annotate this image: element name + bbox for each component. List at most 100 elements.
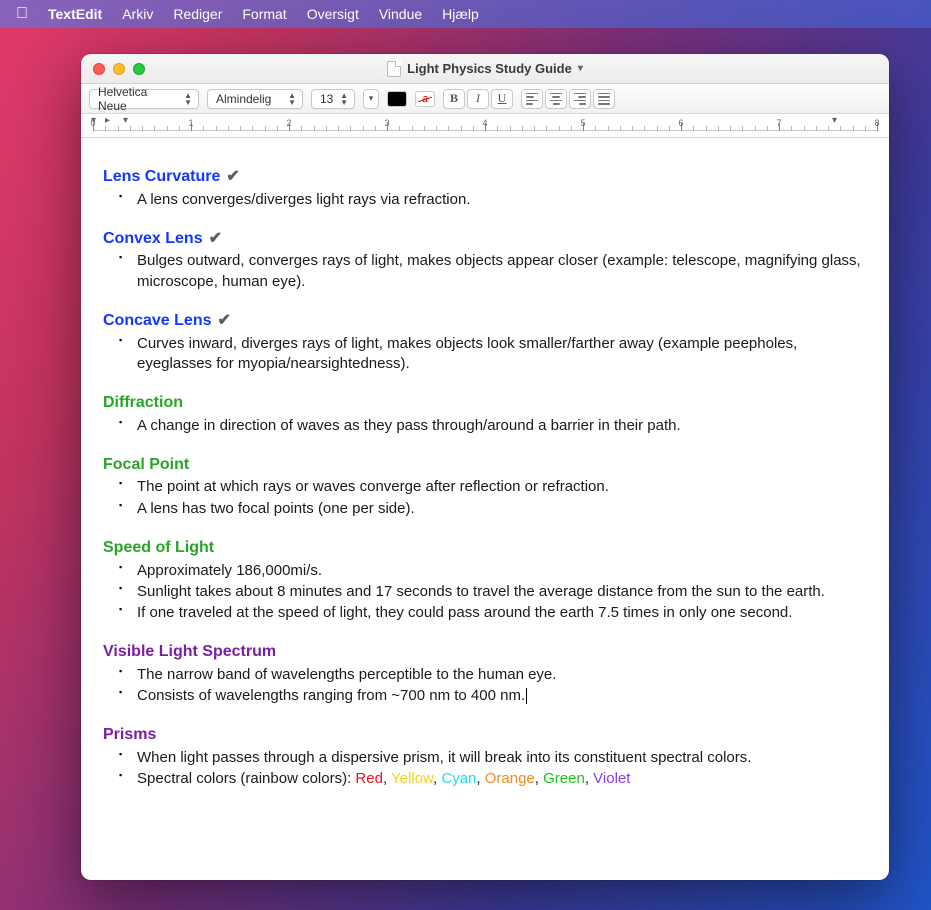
bold-button[interactable]: B (443, 89, 465, 109)
list-item[interactable]: A lens has two focal points (one per sid… (137, 499, 867, 519)
spectral-color: Violet (593, 770, 630, 787)
list-item[interactable]: The point at which rays or waves converg… (137, 477, 867, 497)
font-size-value: 13 (320, 92, 333, 106)
list-item[interactable]: Consists of wavelengths ranging from ~70… (137, 686, 867, 706)
font-family-value: Helvetica Neue (98, 85, 178, 113)
menu-arkiv[interactable]: Arkiv (122, 6, 153, 22)
section: DiffractionA change in direction of wave… (103, 392, 867, 436)
ruler-label: 7 (776, 118, 781, 128)
list-item[interactable]: The narrow band of wavelengths perceptib… (137, 665, 867, 685)
list-item[interactable]: A change in direction of waves as they p… (137, 416, 867, 436)
section-heading[interactable]: Concave Lens ✔ (103, 310, 867, 332)
ruler[interactable]: ▾ ▸ ▾ ▾ 012345678 (81, 114, 889, 138)
section-heading-text: Focal Point (103, 454, 189, 476)
app-name-menu[interactable]: TextEdit (48, 6, 102, 22)
textedit-window: Light Physics Study Guide ▾ Helvetica Ne… (81, 54, 889, 880)
section-heading[interactable]: Focal Point (103, 454, 867, 476)
document-icon (387, 61, 401, 77)
window-title[interactable]: Light Physics Study Guide ▾ (81, 61, 889, 77)
system-menubar:  TextEdit Arkiv Rediger Format Oversigt… (0, 0, 931, 28)
text-color-swatch[interactable] (387, 91, 407, 107)
menu-hjaelp[interactable]: Hjælp (442, 6, 479, 22)
list-item[interactable]: When light passes through a dispersive p… (137, 748, 867, 768)
chevron-down-icon[interactable]: ▾ (578, 63, 583, 74)
ruler-label: 0 (90, 118, 95, 128)
menu-rediger[interactable]: Rediger (173, 6, 222, 22)
right-indent-marker[interactable]: ▾ (832, 115, 837, 126)
font-size-stepper[interactable]: ▾ (363, 89, 379, 109)
section-heading[interactable]: Diffraction (103, 392, 867, 414)
font-family-select[interactable]: Helvetica Neue ▲▼ (89, 89, 199, 109)
bullet-list: When light passes through a dispersive p… (103, 748, 867, 790)
menu-format[interactable]: Format (242, 6, 286, 22)
bullet-list: A lens converges/diverges light rays via… (103, 190, 867, 210)
section: Concave Lens ✔Curves inward, diverges ray… (103, 310, 867, 374)
bullet-list: Curves inward, diverges rays of light, m… (103, 334, 867, 375)
text-cursor (526, 688, 527, 704)
updown-arrows-icon: ▲▼ (184, 92, 192, 106)
text-style-group: B I U (443, 89, 513, 109)
spectral-color: Cyan (441, 770, 476, 787)
apple-menu-icon[interactable]:  (16, 5, 28, 23)
highlight-color-swatch[interactable] (415, 91, 435, 107)
section-heading-text: Convex Lens (103, 228, 203, 250)
list-item[interactable]: If one traveled at the speed of light, t… (137, 603, 867, 623)
underline-button[interactable]: U (491, 89, 513, 109)
bullet-list: A change in direction of waves as they p… (103, 416, 867, 436)
spectral-prefix: Spectral colors (rainbow colors): (137, 770, 355, 787)
align-center-button[interactable] (545, 89, 567, 109)
align-justify-button[interactable] (593, 89, 615, 109)
bullet-list: Approximately 186,000mi/s.Sunlight takes… (103, 561, 867, 624)
list-item[interactable]: Bulges outward, converges rays of light,… (137, 251, 867, 292)
window-title-text: Light Physics Study Guide (407, 61, 572, 76)
section-heading-text: Concave Lens (103, 310, 211, 332)
spectral-color: Yellow (391, 770, 433, 787)
section: PrismsWhen light passes through a disper… (103, 724, 867, 789)
bullet-list: Bulges outward, converges rays of light,… (103, 251, 867, 292)
section-heading-text: Lens Curvature (103, 166, 220, 188)
menu-oversigt[interactable]: Oversigt (307, 6, 359, 22)
section-heading-text: Speed of Light (103, 537, 214, 559)
section: Convex Lens✔Bulges outward, converges ra… (103, 228, 867, 292)
checkmark-icon: ✔ (226, 166, 239, 188)
section-heading-text: Visible Light Spectrum (103, 641, 276, 663)
document-body[interactable]: Lens Curvature✔A lens converges/diverges… (81, 138, 889, 880)
list-item[interactable]: Approximately 186,000mi/s. (137, 561, 867, 581)
alignment-group (521, 89, 615, 109)
tab-stop-marker[interactable]: ▾ (123, 115, 128, 126)
font-style-value: Almindelig (216, 92, 271, 106)
section-heading[interactable]: Lens Curvature ✔ (103, 166, 867, 188)
list-item[interactable]: Curves inward, diverges rays of light, m… (137, 334, 867, 375)
spectral-color: Red (355, 770, 383, 787)
first-line-indent-marker[interactable]: ▸ (105, 115, 110, 126)
font-style-select[interactable]: Almindelig ▲▼ (207, 89, 303, 109)
section-heading[interactable]: Prisms (103, 724, 867, 746)
spectral-color: Green (543, 770, 585, 787)
list-item[interactable]: Sunlight takes about 8 minutes and 17 se… (137, 582, 867, 602)
updown-arrows-icon: ▲▼ (340, 92, 348, 106)
section-heading[interactable]: Speed of Light (103, 537, 867, 559)
ruler-label: 1 (188, 118, 193, 128)
section: Visible Light SpectrumThe narrow band of… (103, 641, 867, 706)
ruler-label: 3 (384, 118, 389, 128)
ruler-label: 4 (482, 118, 487, 128)
section-heading[interactable]: Convex Lens✔ (103, 228, 867, 250)
list-item[interactable]: Spectral colors (rainbow colors): Red, Y… (137, 769, 867, 789)
font-size-select[interactable]: 13 ▲▼ (311, 89, 355, 109)
align-left-button[interactable] (521, 89, 543, 109)
ruler-label: 8 (874, 118, 879, 128)
spectral-color: Orange (485, 770, 535, 787)
section-heading-text: Prisms (103, 724, 156, 746)
menu-vindue[interactable]: Vindue (379, 6, 422, 22)
align-right-button[interactable] (569, 89, 591, 109)
ruler-label: 2 (286, 118, 291, 128)
section-heading[interactable]: Visible Light Spectrum (103, 641, 867, 663)
checkmark-icon: ✔ (217, 310, 230, 332)
italic-button[interactable]: I (467, 89, 489, 109)
ruler-label: 5 (580, 118, 585, 128)
window-titlebar[interactable]: Light Physics Study Guide ▾ (81, 54, 889, 84)
format-toolbar: Helvetica Neue ▲▼ Almindelig ▲▼ 13 ▲▼ ▾ … (81, 84, 889, 114)
list-item[interactable]: A lens converges/diverges light rays via… (137, 190, 867, 210)
section: Focal PointThe point at which rays or wa… (103, 454, 867, 519)
bullet-list: The point at which rays or waves converg… (103, 477, 867, 519)
